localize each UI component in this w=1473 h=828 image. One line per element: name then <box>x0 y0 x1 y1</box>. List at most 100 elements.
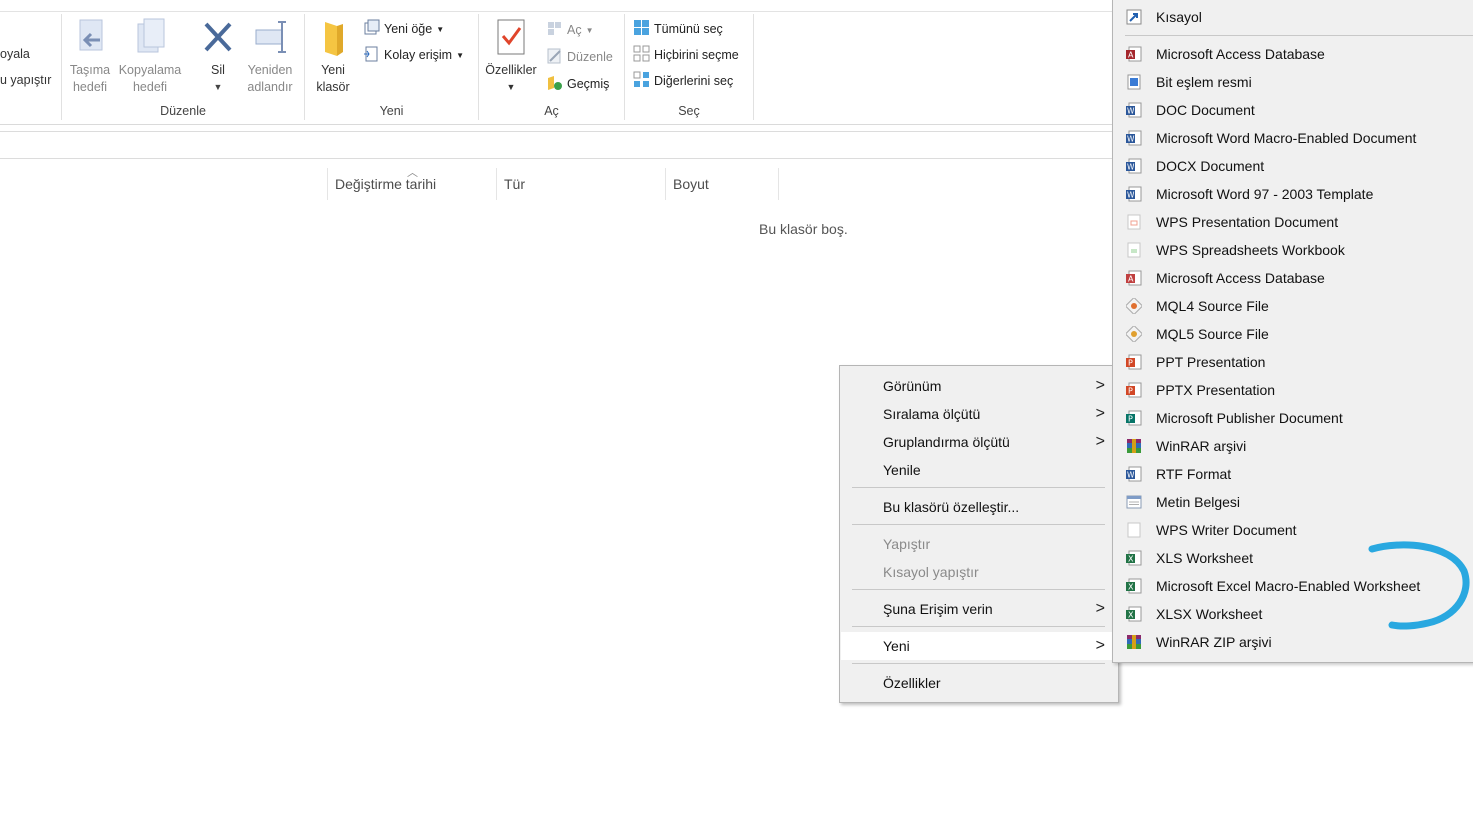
new-item-access-database-2[interactable]: A Microsoft Access Database <box>1114 264 1473 292</box>
new-item-word-macro[interactable]: W Microsoft Word Macro-Enabled Document <box>1114 124 1473 152</box>
menu-item-label: Yapıştır <box>883 536 931 552</box>
publisher-icon: P <box>1126 410 1142 426</box>
new-item-doc[interactable]: W DOC Document <box>1114 96 1473 124</box>
new-item-shortcut[interactable]: Kısayol <box>1114 3 1473 31</box>
winrar-icon <box>1126 634 1142 650</box>
new-item-mql5[interactable]: MQL5 Source File <box>1114 320 1473 348</box>
menu-item-customize-folder[interactable]: Bu klasörü özelleştir... <box>841 493 1117 521</box>
word-icon: W <box>1126 102 1142 118</box>
select-all-label: Tümünü seç <box>654 22 723 36</box>
word-icon: W <box>1126 186 1142 202</box>
menu-item-label: Gruplandırma ölçütü <box>883 434 1010 450</box>
new-item-access-database[interactable]: A Microsoft Access Database <box>1114 40 1473 68</box>
menu-separator <box>852 524 1105 525</box>
menu-item-paste[interactable]: Yapıştır <box>841 530 1117 558</box>
history-button[interactable]: Geçmiş <box>546 74 609 94</box>
paste-shortcut-button-partial[interactable]: u yapıştır <box>0 72 51 89</box>
mql-icon <box>1126 298 1142 314</box>
new-item-pptx[interactable]: P PPTX Presentation <box>1114 376 1473 404</box>
annotation-stroke <box>1368 541 1470 630</box>
submenu-item-label: Microsoft Access Database <box>1156 46 1325 62</box>
submenu-item-label: Kısayol <box>1156 9 1202 25</box>
menu-item-label: Şuna Erişim verin <box>883 601 993 617</box>
rename-button[interactable]: Yeniden adlandır <box>242 18 298 96</box>
chevron-right-icon: > <box>1095 377 1105 394</box>
easy-access-button[interactable]: Kolay erişim ▼ <box>363 45 464 65</box>
menu-item-label: Yeni <box>883 638 910 654</box>
open-label: Aç <box>567 23 582 37</box>
menu-item-refresh[interactable]: Yenile <box>841 456 1117 484</box>
bitmap-icon <box>1126 74 1142 90</box>
menu-separator <box>852 663 1105 664</box>
menu-item-sort-by[interactable]: Sıralama ölçütü > <box>841 400 1117 428</box>
column-separator[interactable] <box>778 168 779 200</box>
new-item-bitmap[interactable]: Bit eşlem resmi <box>1114 68 1473 96</box>
menu-item-paste-shortcut[interactable]: Kısayol yapıştır <box>841 558 1117 586</box>
access-icon: A <box>1126 270 1142 286</box>
submenu-item-label: WPS Presentation Document <box>1156 214 1339 230</box>
delete-label: Sil <box>211 63 225 77</box>
group-label-select: Seç <box>678 104 700 118</box>
new-item-wps-presentation[interactable]: WPS Presentation Document <box>1114 208 1473 236</box>
column-header-size[interactable]: Boyut <box>665 170 777 200</box>
menu-item-view[interactable]: Görünüm > <box>841 372 1117 400</box>
new-item-docx[interactable]: W DOCX Document <box>1114 152 1473 180</box>
new-item-mql4[interactable]: MQL4 Source File <box>1114 292 1473 320</box>
move-to-icon <box>72 18 108 58</box>
svg-text:X: X <box>1128 611 1134 620</box>
copy-to-button[interactable]: Kopyalama hedefi <box>116 18 184 96</box>
new-folder-button[interactable]: Yeni klasör <box>310 18 356 96</box>
move-to-button[interactable]: Taşıma hedefi <box>64 18 116 96</box>
menu-item-properties[interactable]: Özellikler <box>841 669 1117 697</box>
menu-item-give-access[interactable]: Şuna Erişim verin > <box>841 595 1117 623</box>
new-item-winrar[interactable]: WinRAR arşivi <box>1114 432 1473 460</box>
submenu-item-label: Metin Belgesi <box>1156 494 1241 510</box>
new-item-wps-spreadsheet[interactable]: WPS Spreadsheets Workbook <box>1114 236 1473 264</box>
new-item-ppt[interactable]: P PPT Presentation <box>1114 348 1473 376</box>
context-menu: Görünüm > Sıralama ölçütü > Gruplandırma ö… <box>839 365 1119 703</box>
copy-to-icon <box>132 18 168 58</box>
easy-access-label: Kolay erişim <box>384 48 453 62</box>
chevron-right-icon: > <box>1095 405 1105 422</box>
properties-label: Özellikler <box>485 63 537 77</box>
column-header-type[interactable]: Tür <box>496 170 664 200</box>
history-icon <box>546 74 563 94</box>
submenu-item-label: DOC Document <box>1156 102 1255 118</box>
properties-button[interactable]: Özellikler ▼ <box>482 18 540 96</box>
invert-selection-button[interactable]: Diğerlerini seç <box>633 71 733 91</box>
svg-text:P: P <box>1128 359 1133 368</box>
chevron-right-icon: > <box>1095 433 1105 450</box>
menu-item-label: Özellikler <box>883 675 941 691</box>
submenu-item-label: PPTX Presentation <box>1156 382 1276 398</box>
menu-item-label: Kısayol yapıştır <box>883 564 979 580</box>
delete-x-icon <box>200 18 236 58</box>
new-item-button[interactable]: Yeni öğe ▼ <box>363 19 444 39</box>
new-item-word-template[interactable]: W Microsoft Word 97 - 2003 Template <box>1114 180 1473 208</box>
wps-writer-icon <box>1126 522 1142 538</box>
open-button[interactable]: Aç ▼ <box>546 20 594 40</box>
select-none-icon <box>633 45 650 65</box>
svg-text:P: P <box>1128 415 1133 424</box>
select-all-icon <box>633 19 650 39</box>
winrar-icon <box>1126 438 1142 454</box>
properties-checkmark-icon <box>493 18 529 58</box>
new-item-rtf[interactable]: W RTF Format <box>1114 460 1473 488</box>
rename-icon <box>252 18 288 58</box>
menu-separator <box>852 589 1105 590</box>
new-item-text-document[interactable]: Metin Belgesi <box>1114 488 1473 516</box>
svg-text:W: W <box>1127 135 1135 144</box>
excel-icon: X <box>1126 578 1142 594</box>
copy-button-partial[interactable]: oyala <box>0 46 30 63</box>
select-none-button[interactable]: Hiçbirini seçme <box>633 45 739 65</box>
delete-button[interactable]: Sil ▼ <box>196 18 240 96</box>
new-item-publisher[interactable]: P Microsoft Publisher Document <box>1114 404 1473 432</box>
group-label-open: Aç <box>544 104 559 118</box>
address-bar[interactable] <box>0 131 1112 159</box>
column-header-date-modified[interactable]: Değiştirme tarihi <box>327 170 495 200</box>
wps-spreadsheet-icon <box>1126 242 1142 258</box>
menu-item-new[interactable]: Yeni > <box>841 632 1117 660</box>
menu-item-group-by[interactable]: Gruplandırma ölçütü > <box>841 428 1117 456</box>
invert-selection-label: Diğerlerini seç <box>654 74 734 88</box>
select-all-button[interactable]: Tümünü seç <box>633 19 723 39</box>
edit-button[interactable]: Düzenle <box>546 47 613 67</box>
